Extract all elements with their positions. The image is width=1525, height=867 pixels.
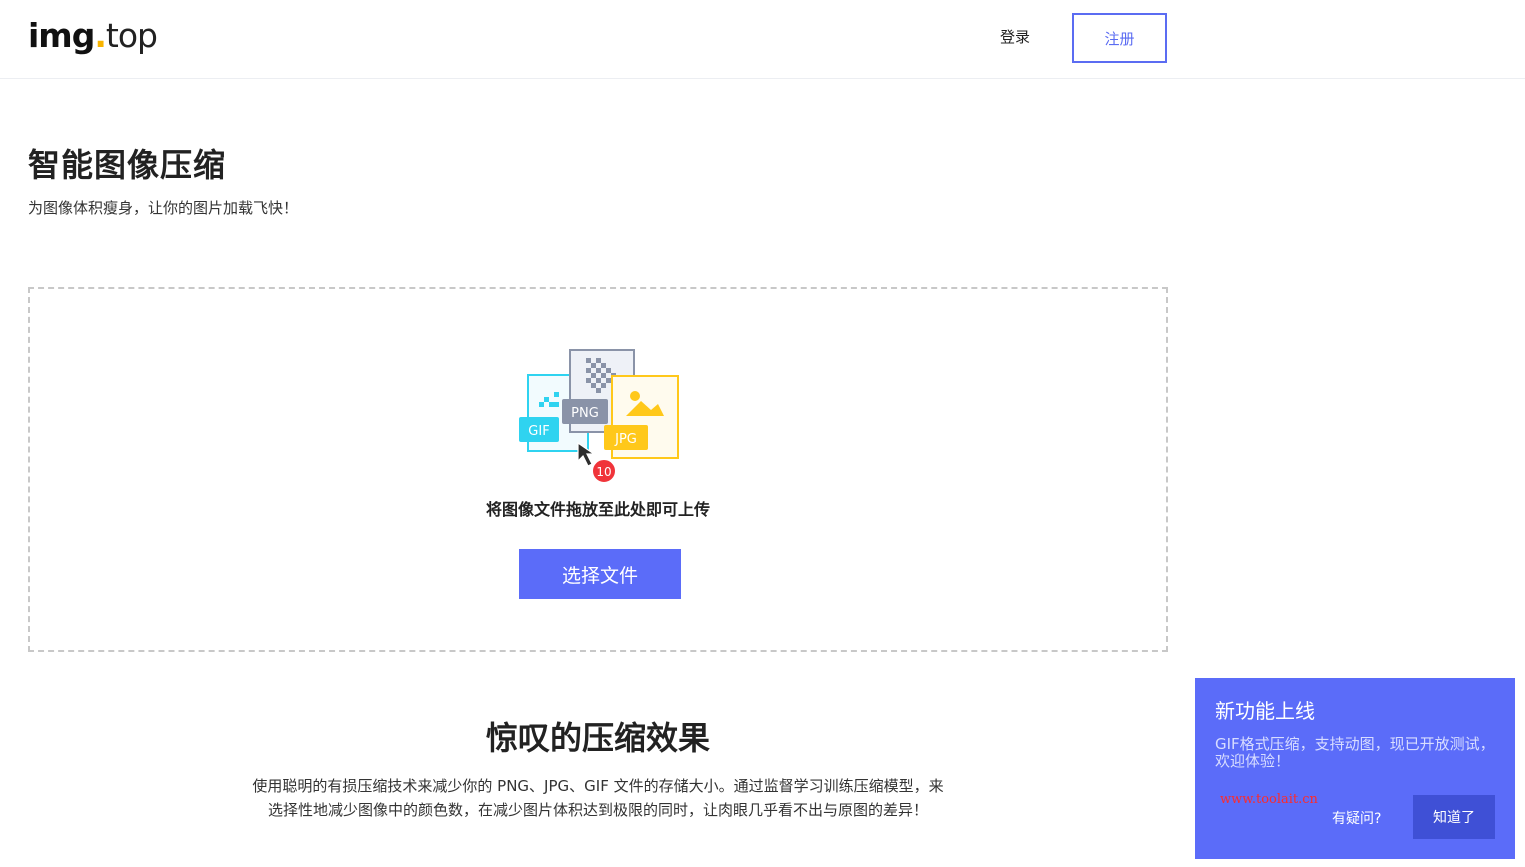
section-title: 惊叹的压缩效果 [485,719,710,757]
file-types-illustration: GIF PNG JPG 10 [519,349,679,484]
login-link[interactable]: 登录 [990,26,1040,47]
new-feature-notice: 新功能上线 GIF格式压缩，支持动图，现已开放测试，欢迎体验！ www.tool… [1195,678,1515,859]
gif-label: GIF [528,424,549,439]
header: img.top 登录 注册 [0,0,1525,79]
section-text-line2: 选择性地减少图像中的颜色数，在减少图片体积达到极限的同时，让肉眼几乎看不出与原图… [267,801,928,819]
jpg-label: JPG [614,432,637,447]
notice-body: GIF格式压缩，支持动图，现已开放测试，欢迎体验！ [1215,735,1495,770]
notice-title: 新功能上线 [1215,699,1315,723]
logo-main: img [28,16,95,55]
notice-ok-button[interactable]: 知道了 [1413,795,1495,839]
logo[interactable]: img.top [28,14,158,58]
section-text-line1: 使用聪明的有损压缩技术来减少你的 PNG、JPG、GIF 文件的存储大小。通过监… [252,777,944,795]
register-button[interactable]: 注册 [1072,13,1167,63]
page-subtitle: 为图像体积瘦身，让你的图片加载飞快！ [28,199,299,217]
logo-dot: . [94,16,107,55]
jpg-file-icon: JPG [604,375,679,459]
upload-dropzone[interactable]: GIF PNG JPG 10 将图像文件拖放至此处即可上传 选择文件 [28,287,1168,652]
page-title: 智能图像压缩 [28,146,227,184]
notice-help-link[interactable]: 有疑问? [1332,808,1381,828]
watermark: www.toolait.cn [1220,792,1318,807]
section-description: 使用聪明的有损压缩技术来减少你的 PNG、JPG、GIF 文件的存储大小。通过监… [218,774,978,822]
png-label: PNG [571,406,599,421]
count-badge: 10 [591,458,617,484]
logo-tld: top [105,16,158,55]
count-badge-label: 10 [596,465,611,479]
drop-hint: 将图像文件拖放至此处即可上传 [485,500,710,519]
choose-file-button[interactable]: 选择文件 [519,549,681,599]
